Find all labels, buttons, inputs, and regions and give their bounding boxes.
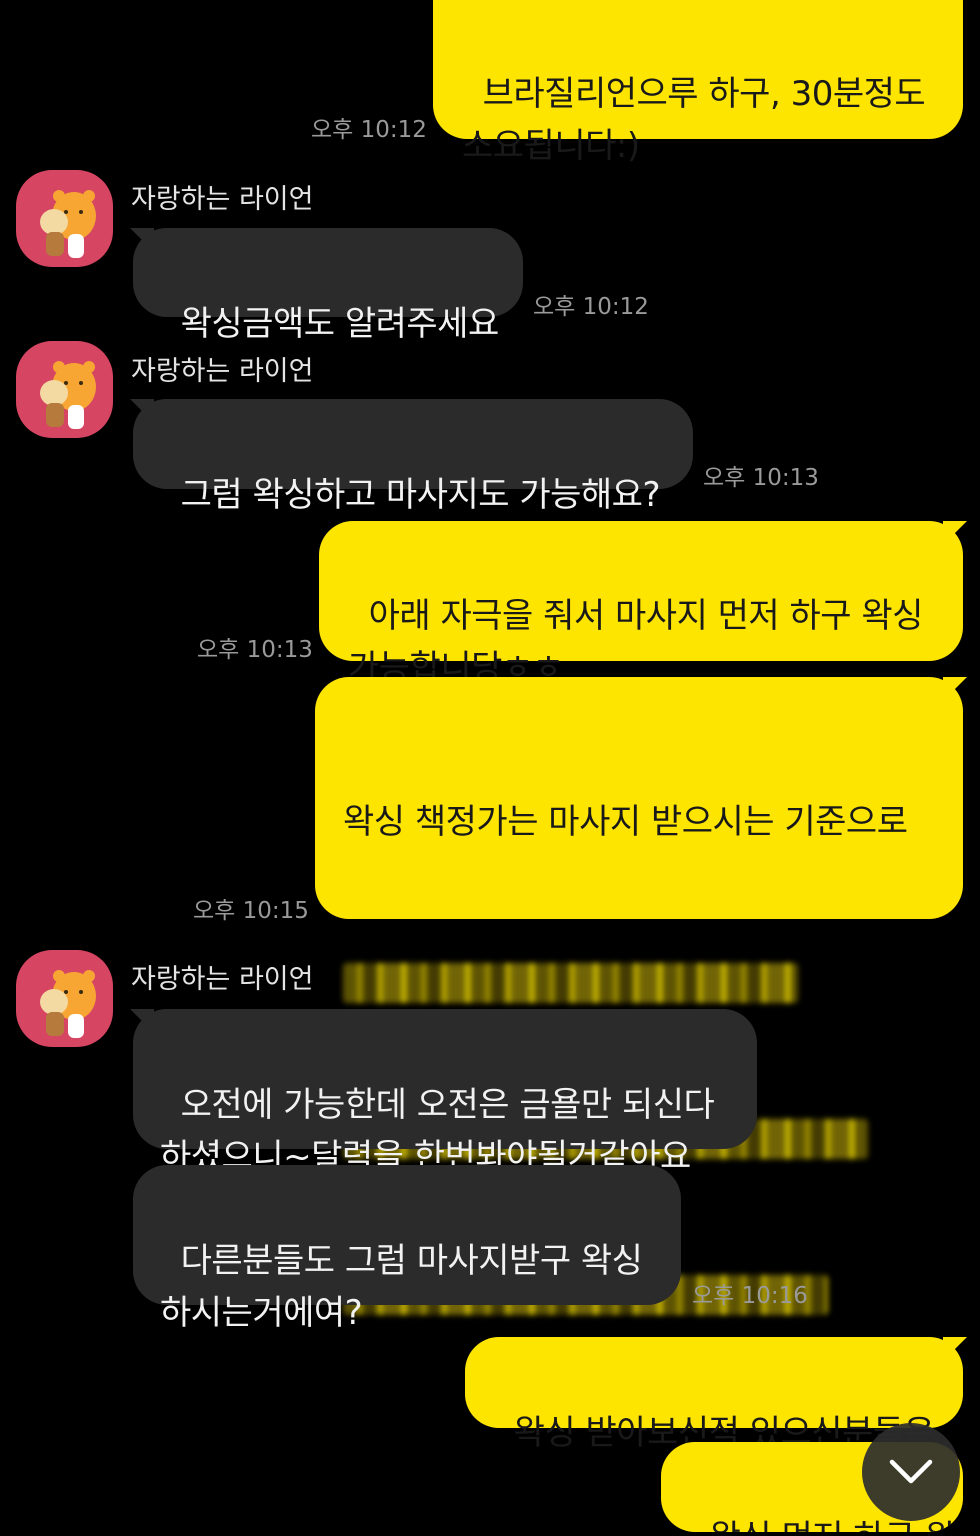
message-timestamp: 오후 10:12 <box>311 117 427 143</box>
outgoing-message-bubble[interactable]: 왁싱 책정가는 마사지 받으시는 기준으로 <box>315 677 963 1315</box>
sender-avatar[interactable] <box>16 341 113 438</box>
message-text: 브라질리언으루 하구, 30분정도 소요됩니다:) <box>462 74 926 166</box>
ryan-character-icon <box>40 361 96 429</box>
sender-avatar[interactable] <box>16 950 113 1047</box>
ryan-character-icon <box>40 190 96 258</box>
message-text: 왁싱금액도 알려주세요 <box>180 304 500 344</box>
outgoing-message-bubble[interactable]: 왁싱 받아보신적 있으신분들은 <box>465 1337 963 1453</box>
sender-name: 자랑하는 라이언 <box>131 964 314 995</box>
message-timestamp: 오후 10:16 <box>692 1283 808 1309</box>
scroll-to-bottom-button[interactable] <box>862 1423 960 1521</box>
outgoing-message-bubble[interactable]: 브라질리언으루 하구, 30분정도 소요됩니다:) <box>433 0 963 166</box>
incoming-message-bubble[interactable]: 그럼 왁싱하고 마사지도 가능해요? <box>133 399 693 515</box>
message-text: 아래 자극을 줘서 마사지 먼저 하구 왁싱 가능합니당ㅎㅎ <box>348 596 923 688</box>
message-timestamp: 오후 10:12 <box>533 294 649 320</box>
redacted-text <box>343 963 798 1003</box>
outgoing-message-bubble[interactable]: 아래 자극을 줘서 마사지 먼저 하구 왁싱 가능합니당ㅎㅎ <box>319 521 963 688</box>
message-timestamp: 오후 10:13 <box>197 637 313 663</box>
sender-avatar[interactable] <box>16 170 113 267</box>
message-text: 오전에 가능한데 오전은 금욜만 되신다 하셨으니~달력을 한번봐야될거같아요 <box>160 1085 715 1177</box>
sender-name: 자랑하는 라이언 <box>131 356 314 387</box>
ryan-character-icon <box>40 970 96 1038</box>
message-text: 그럼 왁싱하고 마사지도 가능해요? <box>180 475 661 515</box>
incoming-message-bubble[interactable]: 왁싱금액도 알려주세요 <box>133 228 523 344</box>
message-text: 왁싱 책정가는 마사지 받으시는 기준으로 <box>343 802 908 842</box>
sender-name: 자랑하는 라이언 <box>131 184 314 215</box>
message-timestamp: 오후 10:13 <box>703 465 819 491</box>
chevron-down-icon <box>889 1459 933 1484</box>
incoming-message-bubble[interactable]: 오전에 가능한데 오전은 금욜만 되신다 하셨으니~달력을 한번봐야될거같아요 <box>133 1009 757 1177</box>
message-timestamp: 오후 10:15 <box>193 898 309 924</box>
incoming-message-bubble[interactable]: 다른분들도 그럼 마사지받구 왁싱 하시는거에여? <box>133 1165 681 1333</box>
